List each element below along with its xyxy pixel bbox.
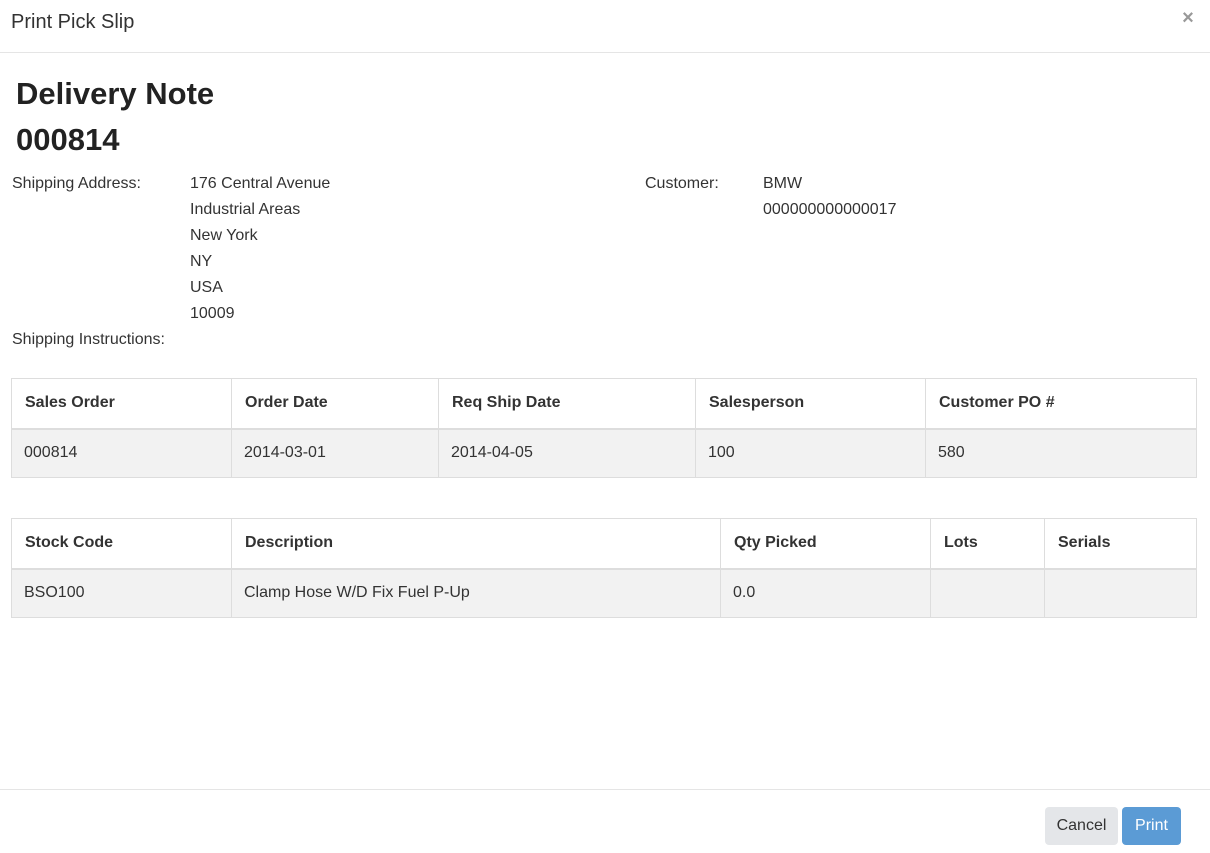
order-col-header: Customer PO #: [925, 378, 1197, 430]
order-col-header: Req Ship Date: [438, 378, 696, 430]
items-col-header: Serials: [1044, 518, 1197, 570]
order-table: Sales Order Order Date Req Ship Date Sal…: [11, 378, 1197, 478]
close-icon[interactable]: ×: [1180, 8, 1196, 28]
order-cell: 000814: [11, 428, 232, 478]
order-cell: 2014-04-05: [438, 428, 696, 478]
customer-label: Customer:: [645, 175, 719, 192]
address-line: 10009: [190, 305, 235, 322]
address-line: USA: [190, 279, 223, 296]
item-cell: 0.0: [720, 568, 931, 618]
items-col-header: Lots: [930, 518, 1045, 570]
item-cell: [1044, 568, 1197, 618]
order-cell: 100: [695, 428, 926, 478]
item-cell: Clamp Hose W/D Fix Fuel P-Up: [231, 568, 721, 618]
items-col-header: Stock Code: [11, 518, 232, 570]
order-col-header: Salesperson: [695, 378, 926, 430]
address-line: New York: [190, 227, 258, 244]
order-table-header-row: Sales Order Order Date Req Ship Date Sal…: [11, 378, 1197, 430]
item-cell: [930, 568, 1045, 618]
address-line: Industrial Areas: [190, 201, 301, 218]
order-cell: 2014-03-01: [231, 428, 439, 478]
modal-header: Print Pick Slip ×: [0, 0, 1210, 53]
document-number: 000814: [16, 122, 120, 157]
shipping-address-label: Shipping Address:: [12, 175, 141, 192]
print-pick-slip-modal: Print Pick Slip × Delivery Note 000814 S…: [0, 0, 1210, 853]
customer-code: 000000000000017: [763, 201, 897, 218]
print-button[interactable]: Print: [1122, 807, 1181, 845]
table-row: 000814 2014-03-01 2014-04-05 100 580: [11, 428, 1197, 478]
table-row: BSO100 Clamp Hose W/D Fix Fuel P-Up 0.0: [11, 568, 1197, 618]
item-cell: BSO100: [11, 568, 232, 618]
document-title: Delivery Note: [16, 76, 215, 111]
items-col-header: Description: [231, 518, 721, 570]
address-line: NY: [190, 253, 213, 270]
order-cell: 580: [925, 428, 1197, 478]
modal-footer: Cancel Print: [0, 789, 1210, 853]
customer-name: BMW: [763, 175, 803, 192]
modal-title: Print Pick Slip: [11, 11, 135, 33]
address-line: 176 Central Avenue: [190, 175, 331, 192]
order-col-header: Order Date: [231, 378, 439, 430]
items-table: Stock Code Description Qty Picked Lots S…: [11, 518, 1197, 618]
items-table-header-row: Stock Code Description Qty Picked Lots S…: [11, 518, 1197, 570]
shipping-instructions-label: Shipping Instructions:: [12, 331, 165, 348]
order-col-header: Sales Order: [11, 378, 232, 430]
items-col-header: Qty Picked: [720, 518, 931, 570]
cancel-button[interactable]: Cancel: [1045, 807, 1118, 845]
